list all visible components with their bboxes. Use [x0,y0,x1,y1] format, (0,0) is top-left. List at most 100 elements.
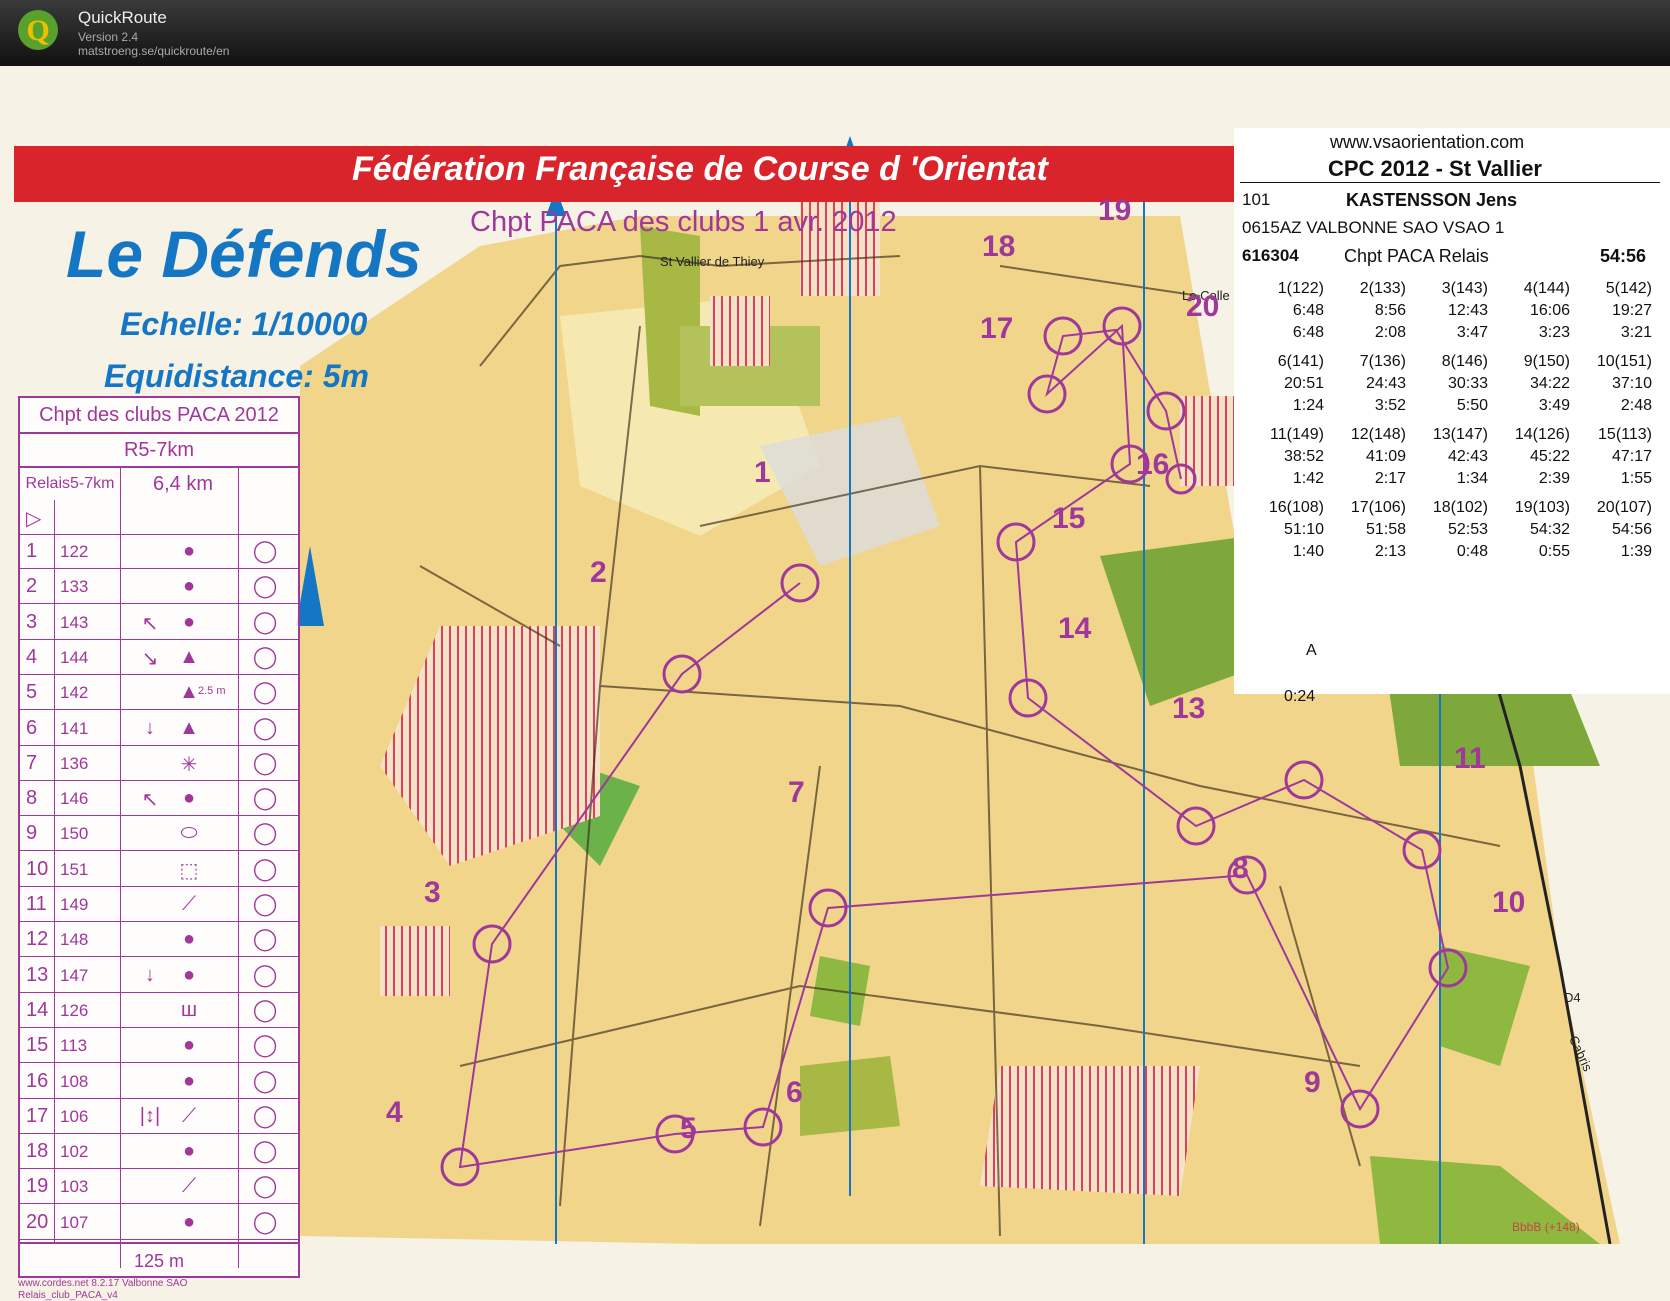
split-leg-time: 5:50 [1456,397,1488,414]
description-row: 5 142 ▲ ◯ 2.5 m [20,676,298,711]
control-code: 141 [60,718,89,738]
split-cumulative-time: 8:56 [1374,302,1406,319]
location-symbol: ◯ [252,1067,278,1093]
control-number: 3 [424,876,441,909]
split-control-label: 13(147) [1432,426,1488,443]
description-row: 18 102 ● ◯ [20,1135,298,1170]
control-order: 15 [26,1034,49,1057]
split-cumulative-time: 37:10 [1611,375,1652,392]
splits-url[interactable]: www.vsaorientation.com [1330,132,1524,153]
quickroute-logo-icon: Q [18,10,58,50]
split-control-label: 2(133) [1359,280,1406,297]
feature-symbol: ● [182,610,196,633]
description-row: 16 108 ● ◯ [20,1065,298,1099]
location-symbol: ◯ [252,1138,278,1164]
description-row: 19 103 ⟋ ◯ [20,1170,298,1205]
runner-name: KASTENSSON Jens [1346,190,1518,210]
description-row: 7 136 ✳ ◯ [20,747,298,781]
finish-distance: 125 m [133,1251,185,1271]
split-leg-time: 3:21 [1620,324,1652,341]
description-row: 6 141 ↓ ▲ ◯ [20,712,298,746]
app-titlebar: Q QuickRoute Version 2.4 matstroeng.se/q… [0,0,1670,66]
orienteering-map[interactable]: Fédération Française de Course d 'Orient… [0,66,1670,1301]
feature-symbol: ● [182,1069,196,1092]
feature-symbol: ш [180,998,198,1021]
control-order: 1 [26,540,38,562]
control-code: 113 [60,1036,88,1056]
split-leg-time: 0:48 [1456,543,1488,560]
control-code: 102 [60,1142,89,1162]
split-leg-time: 2:48 [1620,397,1652,414]
direction-symbol: ↖ [141,612,159,635]
control-code: 148 [60,930,89,950]
split-control-label: 10(151) [1596,353,1652,370]
location-symbol: ◯ [252,1032,278,1058]
split-leg-time: 1:39 [1620,543,1652,560]
split-leg-time: 2:39 [1538,470,1570,487]
control-code: 147 [60,965,89,985]
control-number: 7 [788,776,805,809]
location-symbol: ◯ [252,855,278,881]
map-title: Le Défends [66,217,422,291]
feature-symbol: ⟋ [182,893,196,915]
app-url[interactable]: matstroeng.se/quickroute/en [78,44,229,58]
svg-text:Q: Q [26,14,49,47]
splits-panel: www.vsaorientation.com CPC 2012 - St Val… [1234,128,1670,705]
split-control-label: 9(150) [1523,353,1570,370]
split-leg-time: 1:55 [1620,470,1652,487]
control-order: 9 [26,822,38,845]
description-course: R5-7km [20,434,298,468]
location-symbol: ◯ [252,749,278,775]
control-number: 2 [590,556,607,589]
location-symbol: ◯ [252,961,278,987]
split-leg-time: 1:40 [1292,543,1324,560]
location-symbol: ◯ [252,1102,278,1128]
town-label: St Vallier de Thiey [660,254,765,269]
event-title: Chpt PACA des clubs 1 avr. 2012 [470,206,897,238]
location-symbol: ◯ [252,573,278,599]
split-cumulative-time: 42:43 [1447,448,1488,465]
split-control-label: 20(107) [1596,499,1652,516]
control-order: 10 [26,857,49,880]
control-number: 1 [754,456,771,489]
control-number: 15 [1052,502,1086,535]
feature-symbol: ● [182,1140,196,1163]
direction-symbol: ↓ [145,716,155,739]
control-code: 149 [60,895,89,914]
description-row: 14 126 ш ◯ [20,994,298,1028]
control-order: 18 [26,1140,49,1163]
split-cumulative-time: 54:56 [1611,521,1652,538]
feature-symbol: ⟋ [182,1104,196,1127]
map-note: BbbB (+148) [1512,1220,1580,1234]
split-cumulative-time: 41:09 [1365,448,1406,465]
control-order: 14 [26,998,49,1021]
dimension-note: 2.5 m [198,685,226,698]
description-footer: 125 m [20,1242,298,1278]
runner-total-time: 54:56 [1600,246,1647,266]
split-control-label: 15(113) [1598,426,1652,443]
split-a-time: 0:24 [1284,688,1316,705]
feature-symbol: ⬭ [180,822,198,845]
control-number: 11 [1454,742,1486,775]
description-class: Relais5-7km [25,475,115,492]
split-cumulative-time: 19:27 [1611,302,1652,319]
split-cumulative-time: 34:22 [1529,375,1570,392]
control-code: 142 [60,683,89,703]
description-row: 2 133 ● ◯ [20,570,298,605]
control-number: 6 [786,1076,803,1109]
control-number: 16 [1136,448,1170,481]
split-control-label: 19(103) [1514,499,1570,516]
split-control-label: 7(136) [1359,353,1406,370]
feature-symbol: ▲ [179,716,199,739]
control-code: 107 [60,1212,89,1232]
feature-symbol: ✳ [180,753,198,776]
split-control-label: 6(141) [1277,353,1324,370]
control-order: 4 [26,645,38,668]
feature-symbol: ⬚ [179,859,199,882]
split-a-label: A [1306,642,1317,659]
feature-symbol: ● [182,575,196,598]
location-symbol: ◯ [252,820,278,846]
split-control-label: 17(106) [1350,499,1406,516]
control-order: 5 [26,681,38,704]
split-leg-time: 1:42 [1292,470,1324,487]
